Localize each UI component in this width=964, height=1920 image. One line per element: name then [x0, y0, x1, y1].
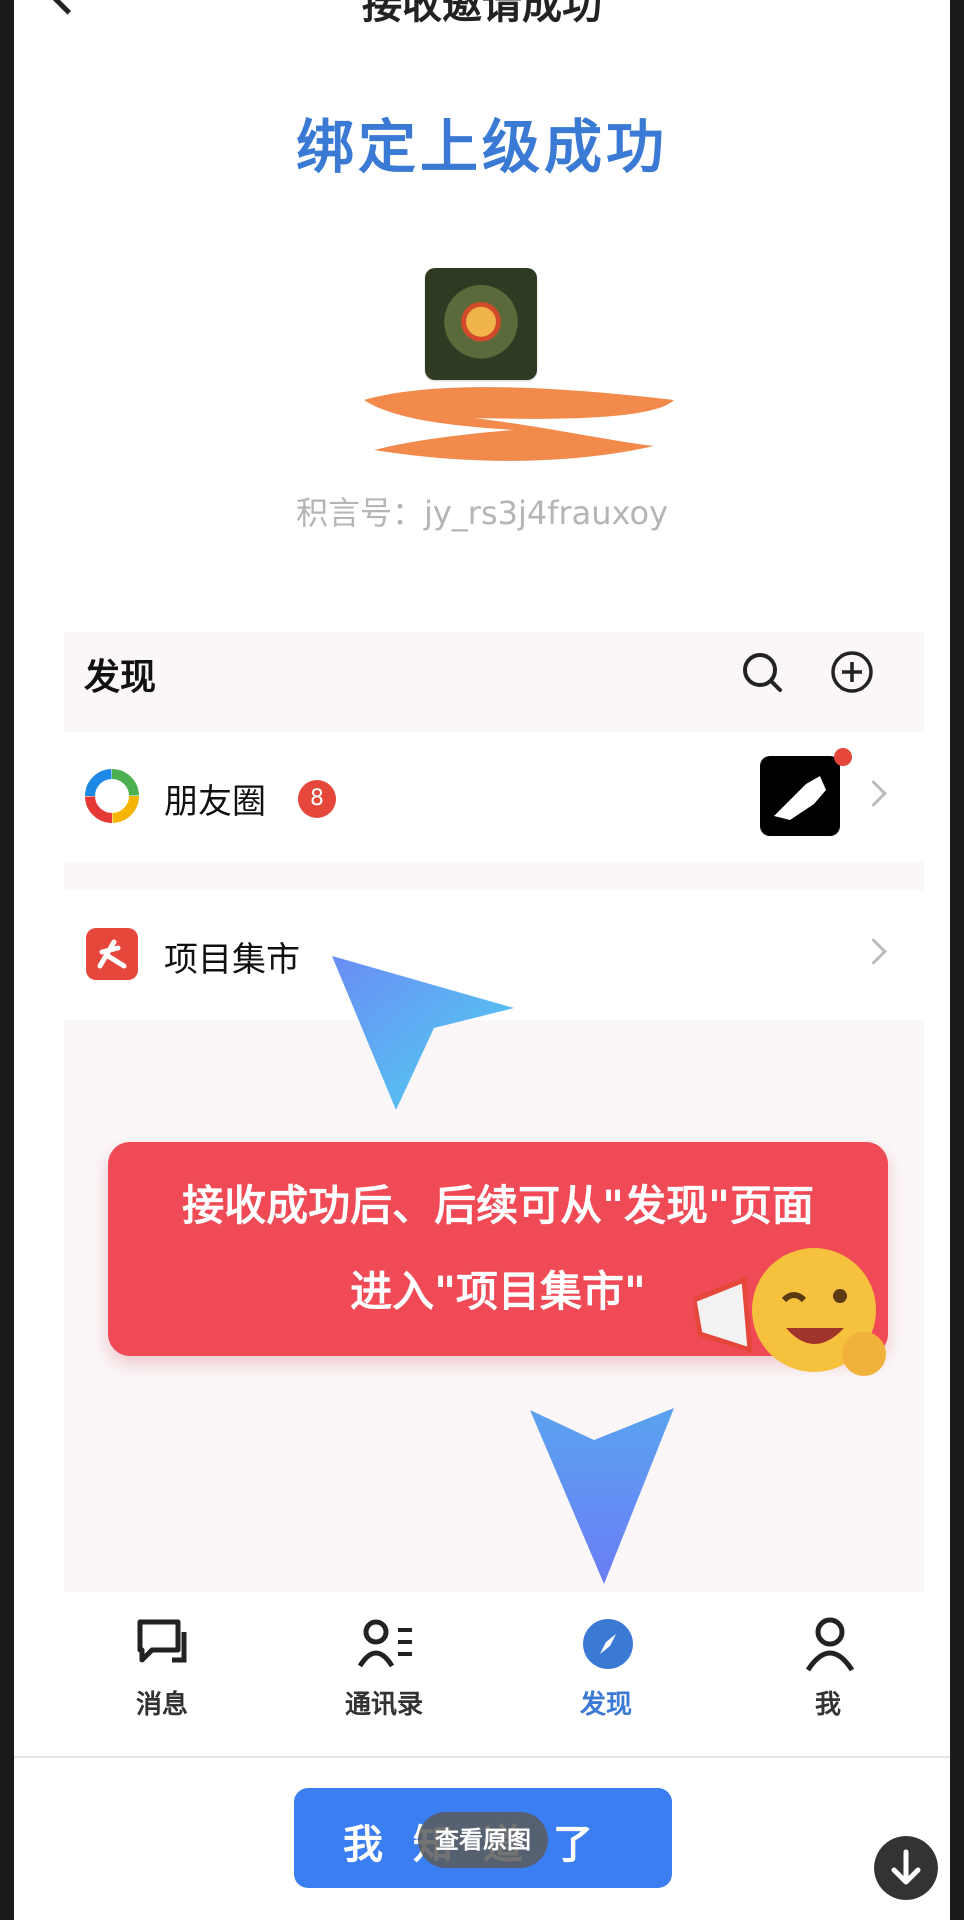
moments-thumbnail: [760, 756, 840, 836]
chevron-right-icon: [860, 780, 887, 807]
avatar: [425, 268, 537, 380]
chat-icon: [137, 1619, 187, 1663]
tip-text-line1: 接收成功后、后续可从"发现"页面: [182, 1181, 814, 1230]
tab-discover[interactable]: 发现: [526, 1596, 686, 1746]
contacts-icon: [358, 1619, 412, 1668]
list-item-moments[interactable]: 朋友圈 8: [64, 732, 924, 862]
tab-contacts[interactable]: 通讯录: [304, 1596, 464, 1746]
megaphone-emoji-icon: [694, 1248, 886, 1376]
tab-label: 我: [814, 1690, 841, 1720]
tab-label: 发现: [579, 1690, 632, 1720]
tab-me[interactable]: 我: [748, 1596, 908, 1746]
bottom-tab-bar: 消息 通讯录 发现 我: [14, 1596, 950, 1746]
download-icon[interactable]: [874, 1836, 938, 1900]
discover-title: 发现: [84, 657, 157, 698]
view-original-button[interactable]: 查看原图: [418, 1812, 548, 1868]
compass-icon: [583, 1619, 633, 1669]
add-circle-icon[interactable]: [830, 650, 874, 694]
discover-header: 发现: [64, 632, 924, 722]
pointer-arrow-down-icon: [530, 1408, 674, 1584]
project-market-icon: [86, 928, 138, 980]
tab-label: 消息: [135, 1690, 188, 1720]
redacted-name-scribble: [364, 387, 674, 461]
new-dot: [834, 748, 852, 766]
bind-success-heading: 绑定上级成功: [295, 113, 668, 181]
moments-icon: [85, 769, 139, 823]
jy-id-text: 积言号：jy_rs3j4frauxoy: [295, 494, 669, 532]
pointer-arrow-icon: [332, 956, 514, 1110]
tab-messages[interactable]: 消息: [82, 1596, 242, 1746]
screen: 接收邀请成功 绑定上级成功 积言号：jy_rs3j4frauxoy 发现 朋友圈…: [14, 0, 950, 1920]
person-icon: [805, 1617, 855, 1672]
project-market-label: 项目集市: [164, 940, 300, 980]
tab-label: 通讯录: [344, 1690, 423, 1720]
page-title: 接收邀请成功: [362, 0, 602, 28]
top-bar: 接收邀请成功: [14, 0, 950, 40]
chevron-right-icon: [860, 938, 887, 965]
moments-badge: 8: [298, 780, 336, 818]
divider: [14, 1756, 950, 1758]
moments-label: 朋友圈: [164, 782, 266, 822]
search-icon[interactable]: [740, 650, 784, 694]
